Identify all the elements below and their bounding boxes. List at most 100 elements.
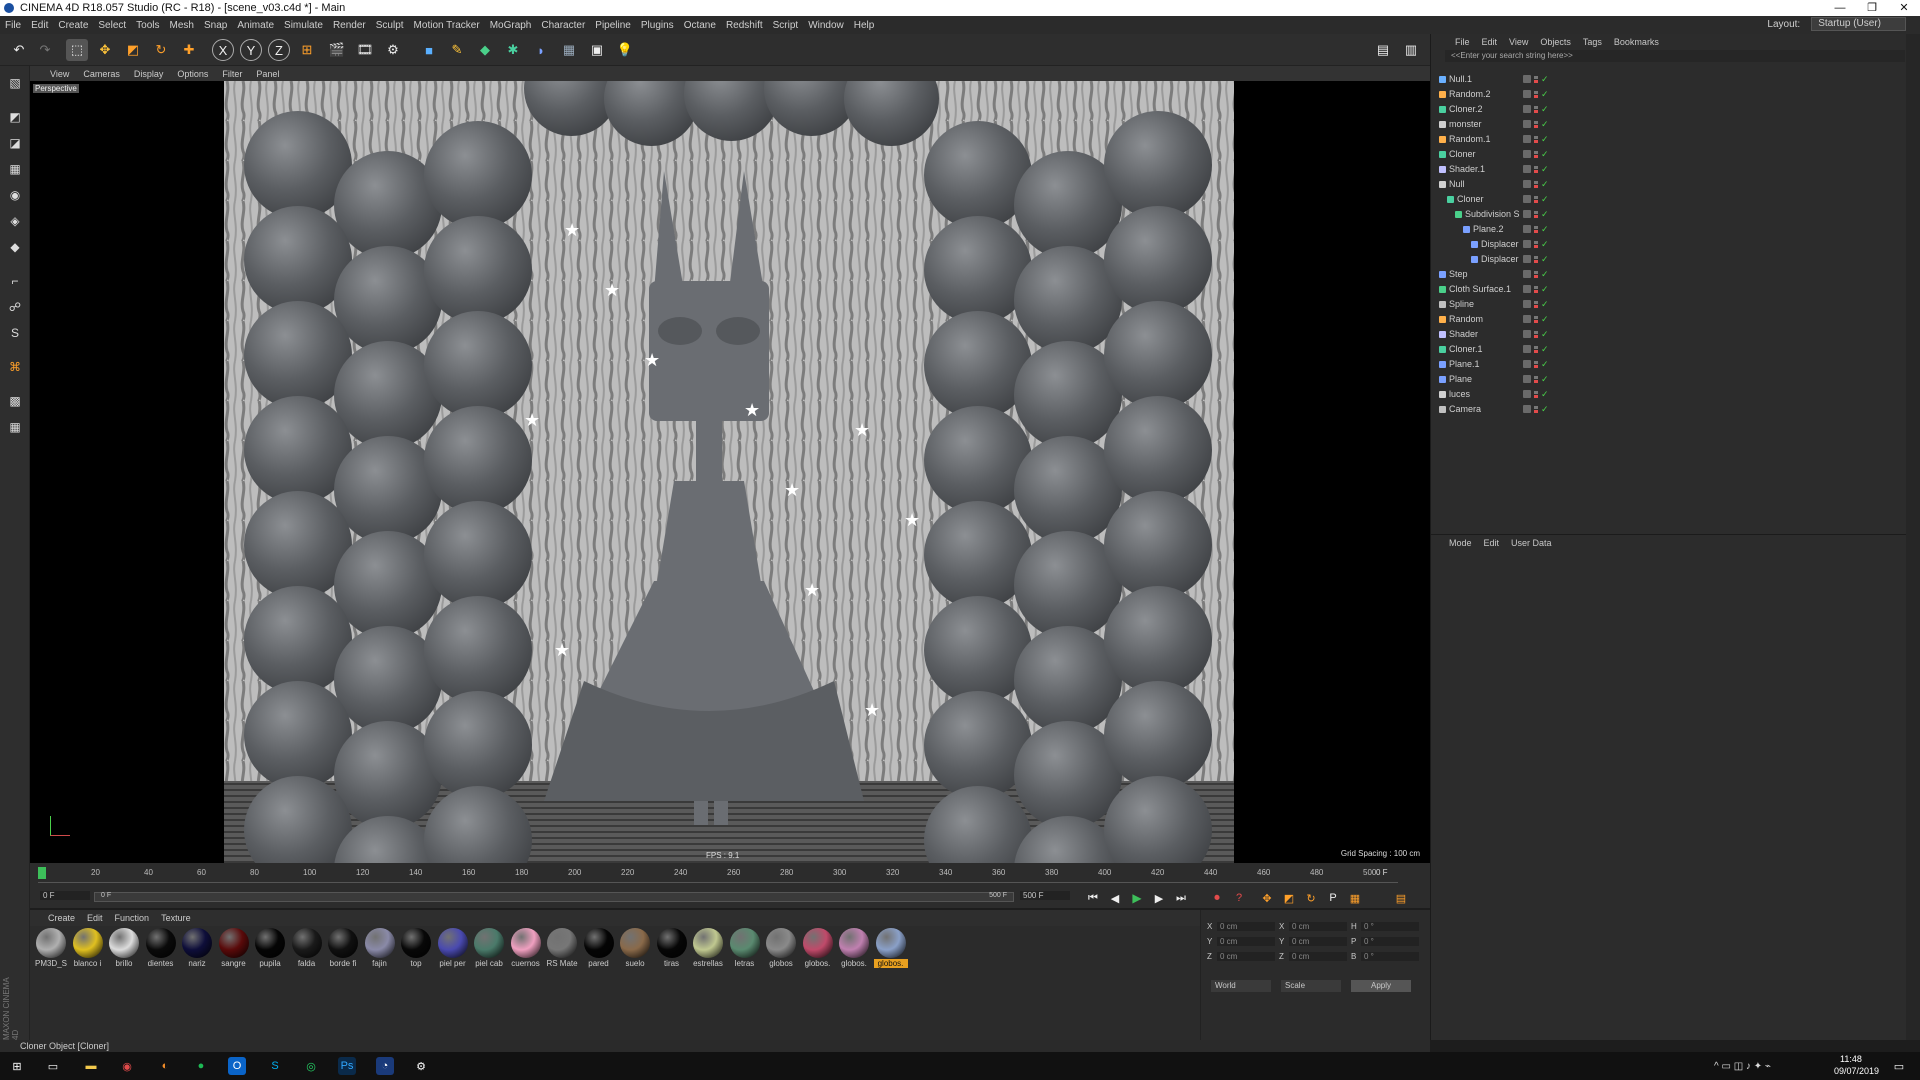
om-menu-objects[interactable]: Objects: [1534, 37, 1577, 47]
layer-icon[interactable]: [1523, 285, 1531, 293]
viewport-camera-label[interactable]: Perspective: [33, 84, 79, 93]
keyframe-position-icon[interactable]: ✥: [1256, 887, 1278, 909]
right-tab-strip[interactable]: [1906, 34, 1920, 1040]
visibility-dots-icon[interactable]: [1534, 151, 1538, 158]
system-tray-icons[interactable]: ^ ▭ ◫ ♪ ✦ ⌁: [1714, 1061, 1771, 1072]
material-swatch[interactable]: brillo: [107, 928, 141, 968]
texture-mode-icon[interactable]: ◪: [4, 132, 26, 154]
mat-menu-texture[interactable]: Texture: [155, 913, 197, 923]
visibility-dots-icon[interactable]: [1534, 391, 1538, 398]
object-row[interactable]: luces ✓: [1431, 387, 1907, 402]
close-button[interactable]: ✕: [1888, 0, 1920, 16]
coord-value-field[interactable]: 0 °: [1361, 922, 1419, 931]
snap-icon[interactable]: S: [4, 322, 26, 344]
minimize-button[interactable]: —: [1824, 0, 1856, 16]
om-menu-file[interactable]: File: [1449, 37, 1476, 47]
settings-icon[interactable]: ⚙: [412, 1057, 430, 1075]
coord-value-field[interactable]: 0 cm: [1217, 937, 1275, 946]
layout-switch-icon[interactable]: ▤: [1372, 39, 1394, 61]
end-frame-field[interactable]: 500 F: [1020, 891, 1070, 900]
scale-dropdown[interactable]: Scale: [1281, 980, 1341, 992]
enabled-check-icon[interactable]: ✓: [1541, 207, 1549, 222]
outlook-icon[interactable]: O: [228, 1057, 246, 1075]
layer-icon[interactable]: [1523, 225, 1531, 233]
am-menu-user-data[interactable]: User Data: [1505, 538, 1558, 548]
tweak-mode-icon[interactable]: ☍: [4, 296, 26, 318]
object-row[interactable]: Step ✓: [1431, 267, 1907, 282]
range-slider[interactable]: 0 F 500 F: [94, 892, 1014, 902]
model-mode-icon[interactable]: ◩: [4, 106, 26, 128]
chrome-icon[interactable]: ◉: [118, 1057, 136, 1075]
enabled-check-icon[interactable]: ✓: [1541, 402, 1549, 417]
y-axis-icon[interactable]: Y: [240, 39, 262, 61]
render-settings-icon[interactable]: ⚙: [382, 39, 404, 61]
material-swatch[interactable]: suelo: [618, 928, 652, 968]
layer-icon[interactable]: [1523, 405, 1531, 413]
am-menu-mode[interactable]: Mode: [1443, 538, 1478, 548]
visibility-dots-icon[interactable]: [1534, 76, 1538, 83]
render-view-icon[interactable]: 🎬: [326, 39, 348, 61]
object-row[interactable]: Plane ✓: [1431, 372, 1907, 387]
object-row[interactable]: Null ✓: [1431, 177, 1907, 192]
photoshop-icon[interactable]: Ps: [338, 1057, 356, 1075]
material-swatch[interactable]: globos: [764, 928, 798, 968]
menu-redshift[interactable]: Redshift: [721, 20, 768, 31]
layer-icon[interactable]: [1523, 150, 1531, 158]
menu-octane[interactable]: Octane: [679, 20, 721, 31]
layer-icon[interactable]: [1523, 120, 1531, 128]
start-frame-field[interactable]: 0 F: [40, 891, 90, 900]
enabled-check-icon[interactable]: ✓: [1541, 177, 1549, 192]
am-menu-edit[interactable]: Edit: [1478, 538, 1506, 548]
enabled-check-icon[interactable]: ✓: [1541, 72, 1549, 87]
object-row[interactable]: Random.2 ✓: [1431, 87, 1907, 102]
move-icon[interactable]: ✥: [94, 39, 116, 61]
clock-date[interactable]: 09/07/2019: [1834, 1066, 1879, 1076]
visibility-dots-icon[interactable]: [1534, 136, 1538, 143]
floor-icon[interactable]: ▦: [558, 39, 580, 61]
whatsapp-icon[interactable]: ◎: [302, 1057, 320, 1075]
lock-icon[interactable]: ▦: [4, 416, 26, 438]
om-menu-tags[interactable]: Tags: [1577, 37, 1608, 47]
next-frame-icon[interactable]: ▶: [1148, 887, 1170, 909]
enabled-check-icon[interactable]: ✓: [1541, 342, 1549, 357]
vp-menu-display[interactable]: Display: [127, 69, 171, 79]
coord-value-field[interactable]: 0 cm: [1217, 952, 1275, 961]
object-row[interactable]: Null.1 ✓: [1431, 72, 1907, 87]
visibility-dots-icon[interactable]: [1534, 271, 1538, 278]
object-row[interactable]: Random.1 ✓: [1431, 132, 1907, 147]
keyframe-scale-icon[interactable]: ◩: [1278, 887, 1300, 909]
layer-icon[interactable]: [1523, 270, 1531, 278]
play-icon[interactable]: ▶: [1126, 887, 1148, 909]
menu-tools[interactable]: Tools: [131, 20, 164, 31]
material-swatch[interactable]: globos.: [837, 928, 871, 968]
layer-icon[interactable]: [1523, 180, 1531, 188]
scene-render[interactable]: ★ ★ ★ ★ ★ ★ ★ ★ ★ ★ ★: [224, 81, 1234, 863]
render-picture-viewer-icon[interactable]: 🎞: [354, 39, 376, 61]
scale-icon[interactable]: ◩: [122, 39, 144, 61]
material-swatch[interactable]: pupila: [253, 928, 287, 968]
subdivision-icon[interactable]: ◆: [474, 39, 496, 61]
menu-window[interactable]: Window: [803, 20, 849, 31]
object-row[interactable]: Subdivision S ✓: [1431, 207, 1907, 222]
visibility-dots-icon[interactable]: [1534, 196, 1538, 203]
coord-value-field[interactable]: 0 °: [1361, 937, 1419, 946]
object-row[interactable]: Plane.2 ✓: [1431, 222, 1907, 237]
material-swatch[interactable]: letras: [728, 928, 762, 968]
autokey-icon[interactable]: ?: [1228, 887, 1250, 909]
pen-icon[interactable]: ✎: [446, 39, 468, 61]
grid-icon[interactable]: ▩: [4, 390, 26, 412]
object-search-input[interactable]: <<Enter your search string here>>: [1445, 50, 1905, 62]
material-swatch[interactable]: globos.: [801, 928, 835, 968]
object-row[interactable]: Spline ✓: [1431, 297, 1907, 312]
menu-script[interactable]: Script: [768, 20, 804, 31]
object-row[interactable]: Cloner.2 ✓: [1431, 102, 1907, 117]
visibility-dots-icon[interactable]: [1534, 286, 1538, 293]
menu-simulate[interactable]: Simulate: [279, 20, 328, 31]
material-swatch[interactable]: falda: [290, 928, 324, 968]
enabled-check-icon[interactable]: ✓: [1541, 102, 1549, 117]
live-select-icon[interactable]: ⬚: [66, 39, 88, 61]
apply-button[interactable]: Apply: [1351, 980, 1411, 992]
3d-viewport[interactable]: ★ ★ ★ ★ ★ ★ ★ ★ ★ ★ ★ Perspective FPS : 9.1 Grid S…: [30, 81, 1430, 863]
object-row[interactable]: Camera ✓: [1431, 402, 1907, 417]
coord-value-field[interactable]: 0 cm: [1289, 952, 1347, 961]
